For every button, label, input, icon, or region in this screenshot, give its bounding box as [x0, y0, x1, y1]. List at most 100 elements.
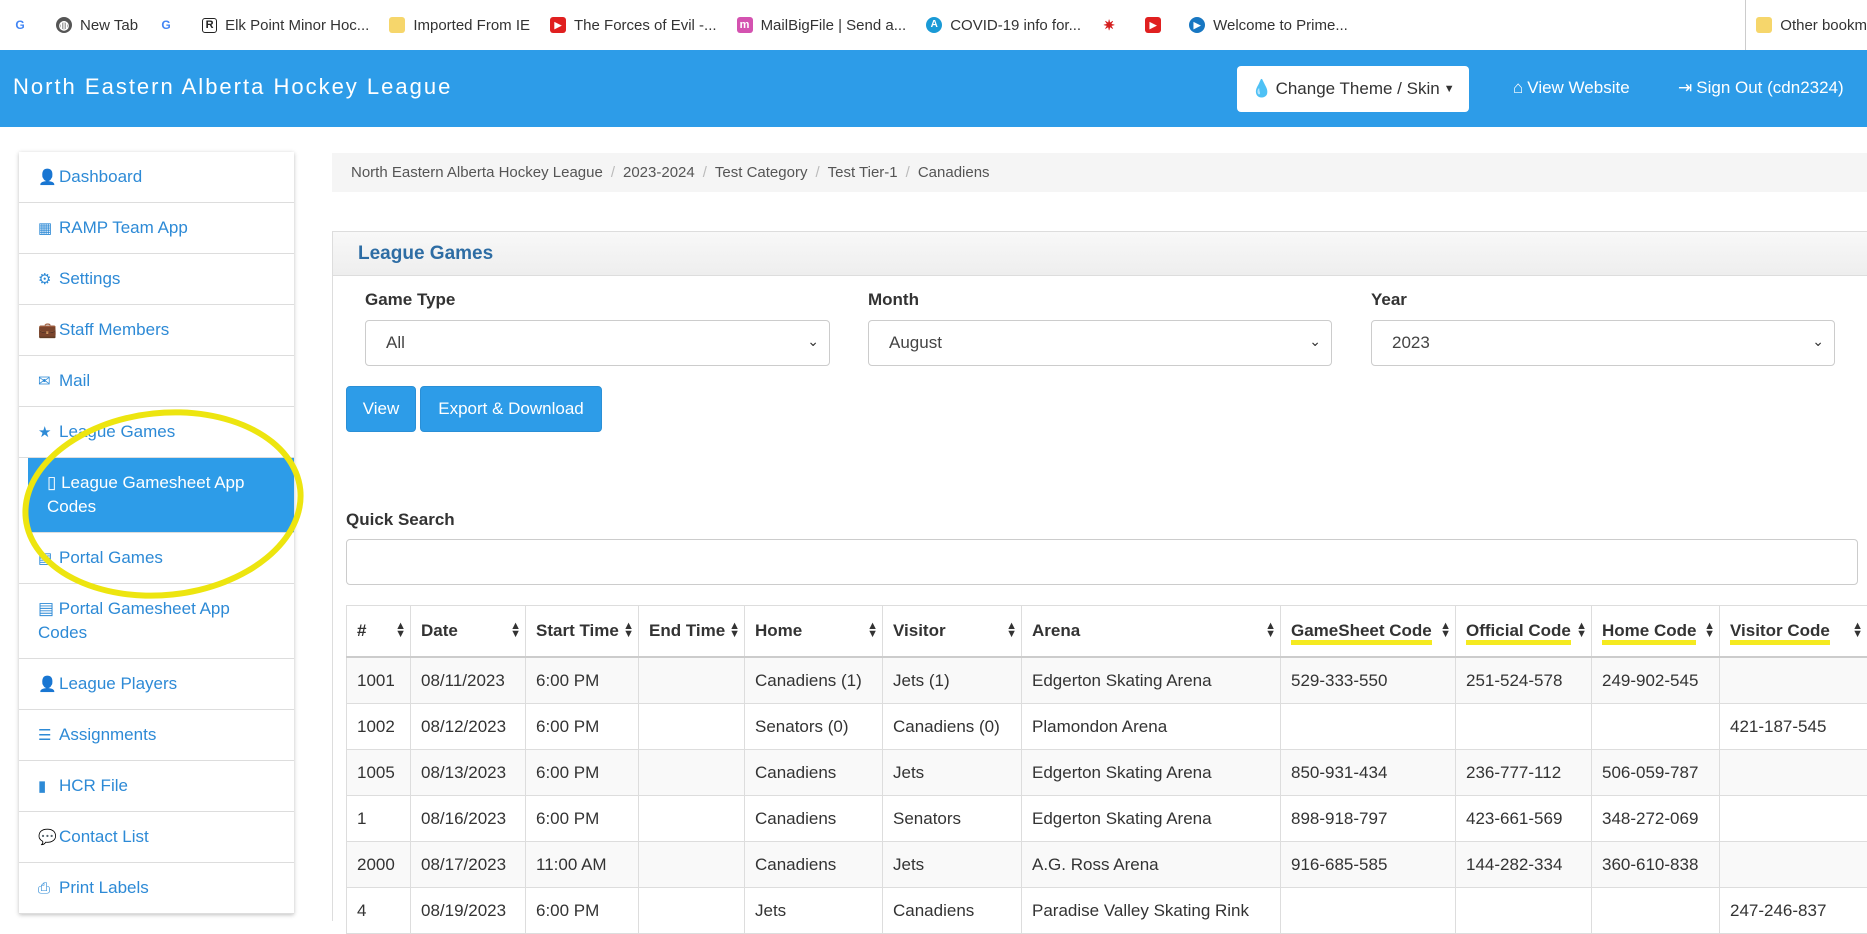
year-select[interactable]: 2023⌄ [1371, 320, 1835, 366]
column-header-label: GameSheet Code [1291, 621, 1432, 645]
sidebar-item-hcr-file[interactable]: ▮HCR File [19, 761, 294, 812]
bookmark-label: MailBigFile | Send a... [761, 17, 907, 34]
table-cell: 850-931-434 [1281, 750, 1456, 796]
sidebar-item-dashboard[interactable]: 👤Dashboard [19, 152, 294, 203]
table-row[interactable]: 408/19/20236:00 PMJetsCanadiensParadise … [347, 888, 1867, 934]
games-table: #▲▼ Date▲▼ Start Time▲▼ End Time▲▼ Home▲… [346, 605, 1867, 934]
bookmark-1[interactable]: ◍New Tab [56, 17, 138, 34]
table-cell: 360-610-838 [1592, 842, 1720, 888]
view-button[interactable]: View [346, 386, 416, 432]
bookmark-7[interactable]: ACOVID-19 info for... [926, 17, 1081, 34]
table-cell: 423-661-569 [1456, 796, 1592, 842]
sidebar-item-portal-games[interactable]: ▤Portal Games [19, 533, 294, 584]
table-cell [1281, 704, 1456, 750]
print-icon: ⎙ [38, 880, 56, 897]
table-row[interactable]: 200008/17/202311:00 AMCanadiensJetsA.G. … [347, 842, 1867, 888]
bookmark-10[interactable]: ▶Welcome to Prime... [1189, 17, 1348, 34]
sidebar-item-league-players[interactable]: 👤League Players [19, 659, 294, 710]
youtube-icon: ▶ [550, 17, 566, 33]
table-cell: 1 [347, 796, 411, 842]
month-value: August [889, 333, 942, 353]
breadcrumb-item-league[interactable]: North Eastern Alberta Hockey League [351, 164, 603, 181]
bookmark-2[interactable]: G [158, 17, 182, 33]
view-website-link[interactable]: ⌂ View Website [1513, 78, 1630, 98]
sidebar-item-label: Portal Games [59, 546, 163, 570]
table-cell: 1002 [347, 704, 411, 750]
breadcrumb-separator: / [906, 164, 910, 181]
brand-title[interactable]: North Eastern Alberta Hockey League [13, 74, 452, 100]
column-header-visitor-code[interactable]: Visitor Code▲▼ [1720, 606, 1867, 658]
column-header-number[interactable]: #▲▼ [347, 606, 411, 658]
table-cell: Canadiens [745, 750, 883, 796]
column-header-start-time[interactable]: Start Time▲▼ [526, 606, 639, 658]
year-value: 2023 [1392, 333, 1430, 353]
other-bookmarks[interactable]: Other bookm [1745, 0, 1867, 50]
game-type-select[interactable]: All⌄ [365, 320, 830, 366]
table-cell [1592, 888, 1720, 934]
column-header-end-time[interactable]: End Time▲▼ [639, 606, 745, 658]
column-header-label: Date [421, 621, 458, 640]
sidebar-item-staff-members[interactable]: 💼Staff Members [19, 305, 294, 356]
sidebar-item-assignments[interactable]: ☰Assignments [19, 710, 294, 761]
change-theme-label: Change Theme / Skin [1276, 79, 1440, 99]
quick-search-input[interactable] [346, 539, 1858, 585]
sidebar-item-print-labels[interactable]: ⎙Print Labels [19, 863, 294, 914]
mobile-icon: ▯ [47, 473, 56, 492]
change-theme-button[interactable]: 💧 Change Theme / Skin ▼ [1237, 66, 1469, 112]
droplet-icon: 💧 [1251, 79, 1272, 99]
mailbigfile-icon: m [737, 17, 753, 33]
breadcrumb-item-category[interactable]: Test Category [715, 164, 808, 181]
table-cell: 144-282-334 [1456, 842, 1592, 888]
table-cell: 421-187-545 [1720, 704, 1867, 750]
bookmark-8[interactable]: ✷ [1101, 17, 1125, 33]
table-row[interactable]: 100208/12/20236:00 PMSenators (0)Canadie… [347, 704, 1867, 750]
sidebar-item-settings[interactable]: ⚙Settings [19, 254, 294, 305]
breadcrumb-item-team: Canadiens [918, 164, 990, 181]
bookmark-4[interactable]: Imported From IE [389, 17, 530, 34]
month-label: Month [868, 290, 919, 310]
table-cell [639, 888, 745, 934]
breadcrumb-item-tier[interactable]: Test Tier-1 [828, 164, 898, 181]
column-header-gamesheet-code[interactable]: GameSheet Code▲▼ [1281, 606, 1456, 658]
column-header-home[interactable]: Home▲▼ [745, 606, 883, 658]
sidebar-item-league-games[interactable]: ★League Games [19, 407, 294, 458]
sidebar-item-ramp-team-app[interactable]: ▦RAMP Team App [19, 203, 294, 254]
sidebar-item-league-gamesheet-app-codes[interactable]: ▯ League Gamesheet App Codes [28, 458, 294, 533]
table-cell: Jets (1) [883, 657, 1022, 704]
column-header-visitor[interactable]: Visitor▲▼ [883, 606, 1022, 658]
column-header-date[interactable]: Date▲▼ [411, 606, 526, 658]
table-row[interactable]: 100508/13/20236:00 PMCanadiensJetsEdgert… [347, 750, 1867, 796]
bookmark-3[interactable]: RElk Point Minor Hoc... [202, 17, 369, 34]
bookmark-0[interactable]: G [12, 17, 36, 33]
table-cell: 529-333-550 [1281, 657, 1456, 704]
column-header-arena[interactable]: Arena▲▼ [1022, 606, 1281, 658]
bookmark-9[interactable]: ▶ [1145, 17, 1169, 33]
sidebar-item-mail[interactable]: ✉Mail [19, 356, 294, 407]
sidebar-item-label: Portal Gamesheet App Codes [38, 599, 230, 642]
table-cell: Canadiens [745, 796, 883, 842]
table-row[interactable]: 100108/11/20236:00 PMCanadiens (1)Jets (… [347, 657, 1867, 704]
bookmark-6[interactable]: m MailBigFile | Send a... [737, 17, 907, 34]
breadcrumb-separator: / [703, 164, 707, 181]
month-select[interactable]: August⌄ [868, 320, 1332, 366]
sidebar-item-portal-gamesheet-app-codes[interactable]: ▤ Portal Gamesheet App Codes [19, 584, 294, 659]
sidebar-item-label: HCR File [59, 774, 128, 798]
gear-icon: ⚙ [38, 270, 56, 288]
table-cell [1720, 657, 1867, 704]
sort-icon: ▲▼ [395, 622, 406, 638]
column-header-home-code[interactable]: Home Code▲▼ [1592, 606, 1720, 658]
table-cell: A.G. Ross Arena [1022, 842, 1281, 888]
column-header-official-code[interactable]: Official Code▲▼ [1456, 606, 1592, 658]
table-cell [639, 657, 745, 704]
table-row[interactable]: 108/16/20236:00 PMCanadiensSenatorsEdger… [347, 796, 1867, 842]
bookmark-5[interactable]: ▶The Forces of Evil -... [550, 17, 717, 34]
sign-out-link[interactable]: ⇥ Sign Out (cdn2324) [1678, 78, 1844, 98]
sidebar-item-contact-list[interactable]: 💬Contact List [19, 812, 294, 863]
table-cell [1456, 704, 1592, 750]
game-type-value: All [386, 333, 405, 353]
globe-icon: ◍ [56, 17, 72, 33]
envelope-icon: ✉ [38, 372, 56, 390]
export-download-button[interactable]: Export & Download [420, 386, 602, 432]
table-cell: Canadiens (0) [883, 704, 1022, 750]
breadcrumb-item-season[interactable]: 2023-2024 [623, 164, 695, 181]
